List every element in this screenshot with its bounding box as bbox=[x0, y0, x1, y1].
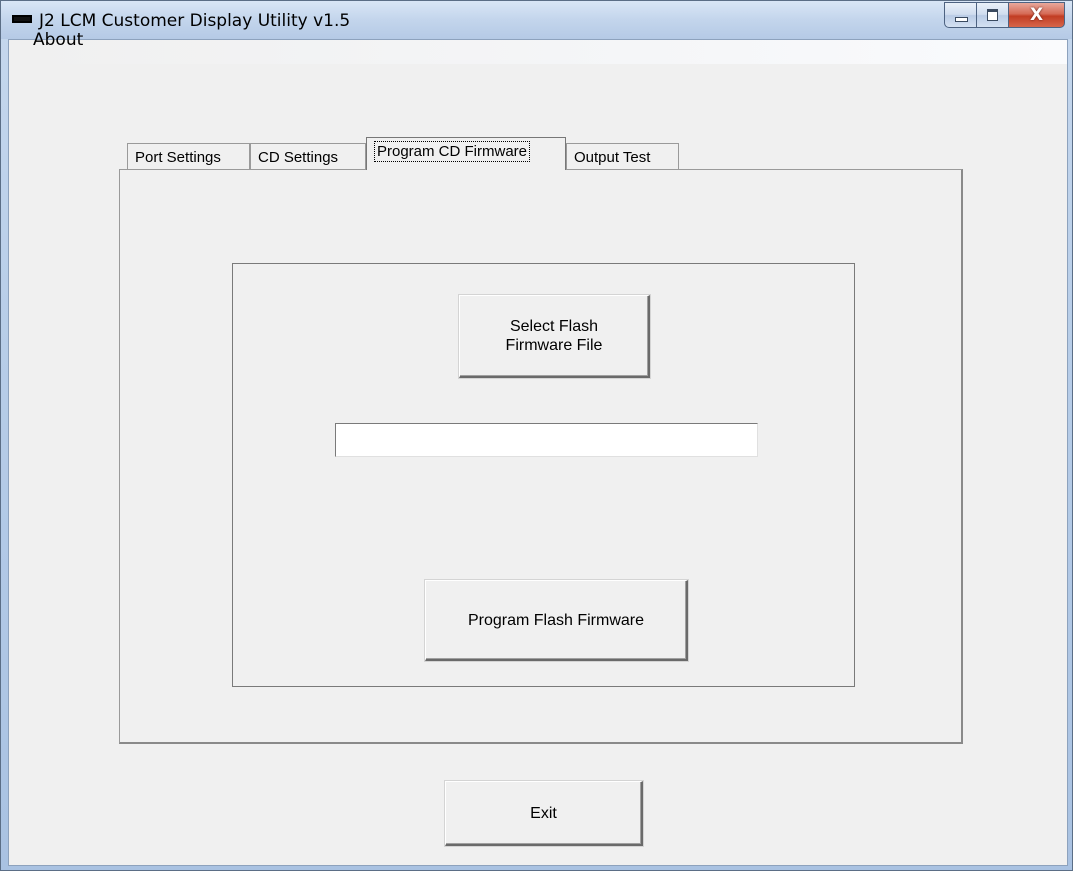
firmware-file-path-field[interactable] bbox=[335, 423, 758, 457]
tab-program-cd-firmware[interactable]: Program CD Firmware bbox=[366, 137, 566, 170]
tab-cd-settings[interactable]: CD Settings bbox=[250, 143, 366, 169]
select-firmware-file-button[interactable]: Select Flash Firmware File bbox=[459, 295, 650, 378]
tab-port-settings[interactable]: Port Settings bbox=[127, 143, 250, 169]
tab-program-cd-firmware-label: Program CD Firmware bbox=[374, 141, 531, 162]
tab-output-test[interactable]: Output Test bbox=[566, 143, 679, 169]
exit-button[interactable]: Exit bbox=[445, 781, 643, 846]
program-flash-firmware-button[interactable]: Program Flash Firmware bbox=[425, 580, 688, 661]
menu-item-about-label[interactable]: About bbox=[33, 30, 83, 50]
content-layer: About Port Settings CD Settings Program … bbox=[0, 0, 1073, 871]
